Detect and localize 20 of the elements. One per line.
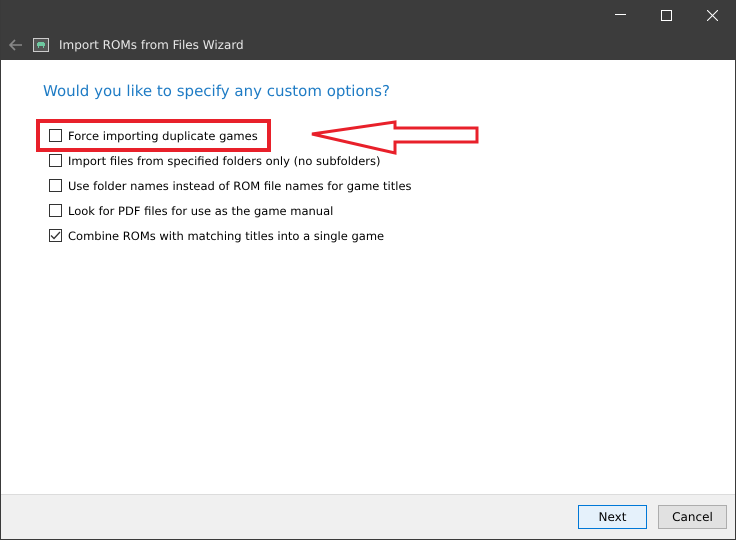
checkbox[interactable] xyxy=(49,129,62,142)
checkbox[interactable] xyxy=(49,179,62,192)
next-button[interactable]: Next xyxy=(578,505,647,529)
arrow-icon xyxy=(309,120,481,156)
page-heading: Would you like to specify any custom options? xyxy=(43,82,391,100)
checkbox[interactable] xyxy=(49,229,62,242)
checkbox[interactable] xyxy=(49,154,62,167)
option-label: Force importing duplicate games xyxy=(68,128,258,142)
cancel-button[interactable]: Cancel xyxy=(658,505,727,529)
close-icon[interactable] xyxy=(706,10,718,20)
option-label: Use folder names instead of ROM file names for game titles xyxy=(68,178,412,192)
checkbox[interactable] xyxy=(49,204,62,217)
maximize-icon[interactable] xyxy=(660,10,672,20)
minimize-icon[interactable] xyxy=(614,14,626,16)
app-icon xyxy=(33,38,49,52)
window-title: Import ROMs from Files Wizard xyxy=(59,38,244,52)
option-label: Combine ROMs with matching titles into a single game xyxy=(68,228,384,242)
back-arrow-icon[interactable] xyxy=(9,39,23,51)
option-label: Look for PDF files for use as the game manual xyxy=(68,204,334,218)
option-label: Import files from specified folders only (no subfolders) xyxy=(68,154,380,168)
